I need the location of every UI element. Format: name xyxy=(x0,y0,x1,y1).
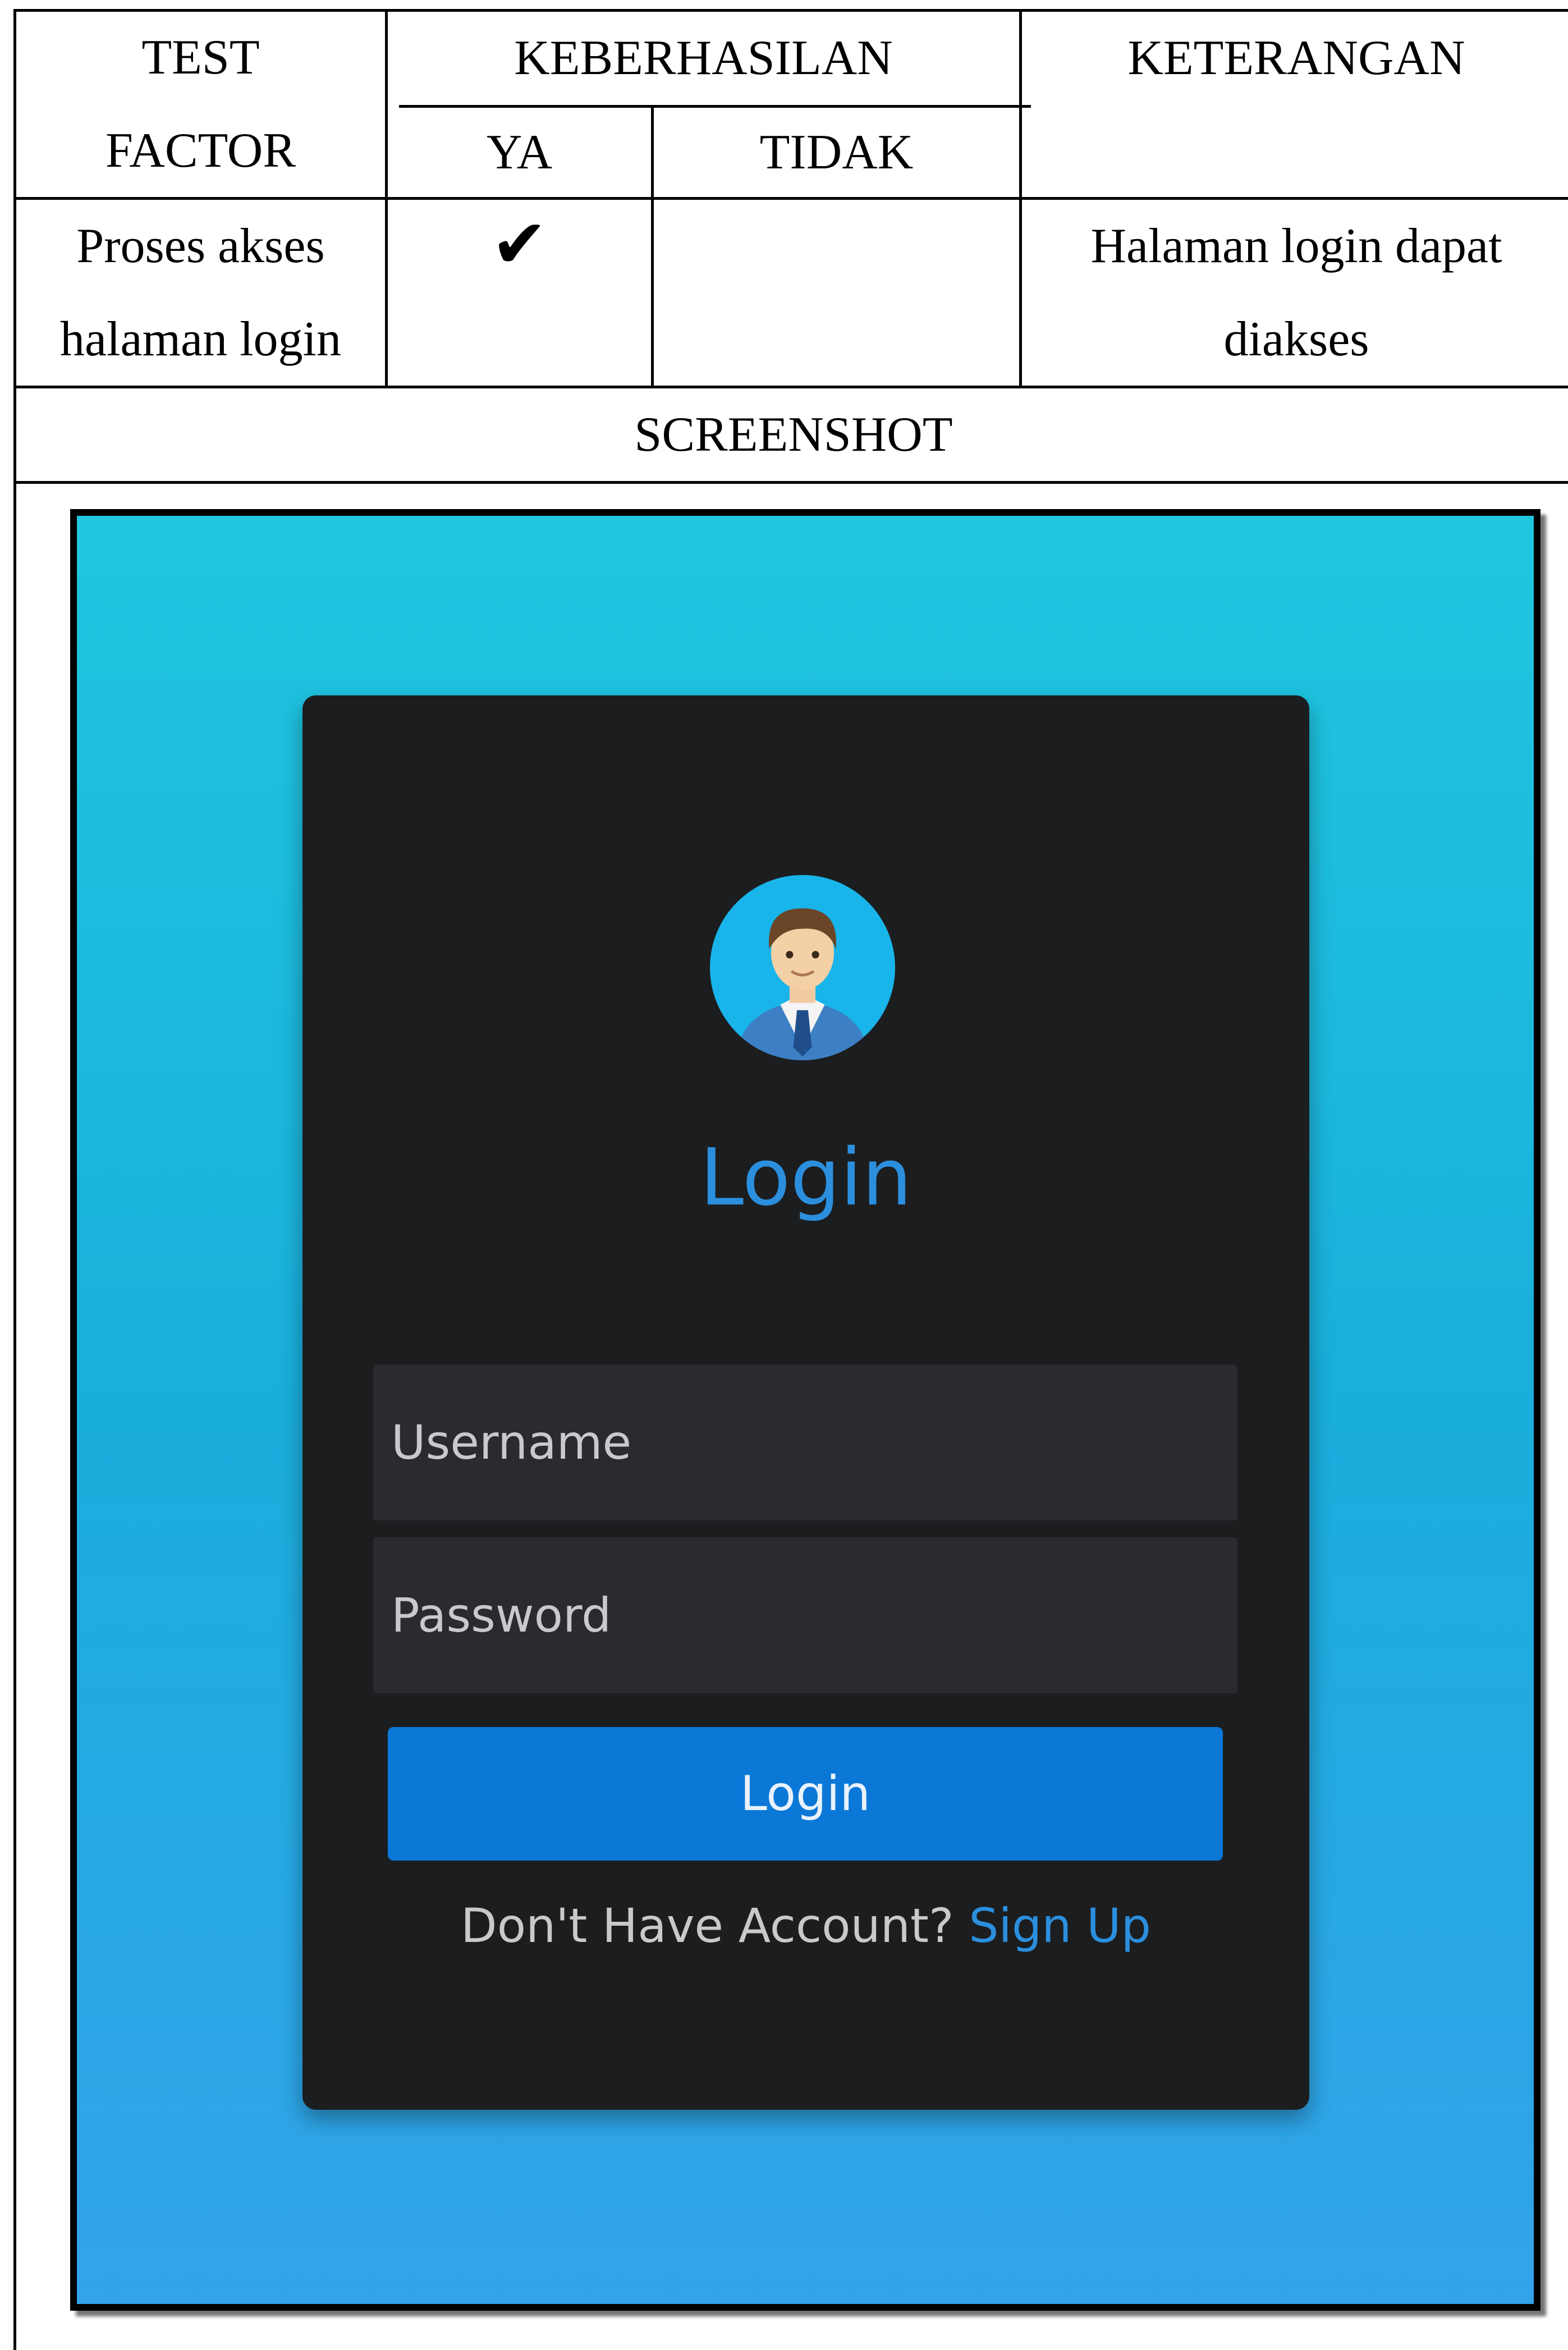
row-test-factor-line1: Proses akses xyxy=(76,218,325,273)
row-ya-check: ✔ xyxy=(388,200,651,290)
row-test-factor: Proses akses halaman login xyxy=(16,200,385,386)
header-keterangan: KETERANGAN xyxy=(1127,31,1465,85)
row-keterangan: Halaman login dapat diakses xyxy=(1022,200,1568,386)
header-keberhasilan: KEBERHASILAN xyxy=(514,31,893,85)
test-case-table: TEST FACTOR KEBERHASILAN YA TIDAK KETERA… xyxy=(13,9,1568,2350)
checkmark-icon: ✔ xyxy=(491,205,548,283)
row-tidak xyxy=(654,200,1019,386)
sign-up-link[interactable]: Sign Up xyxy=(969,1898,1151,1953)
row-keterangan-line2: diakses xyxy=(1223,311,1369,367)
login-title: Login xyxy=(700,1132,912,1224)
login-button[interactable]: Login xyxy=(388,1727,1223,1861)
user-avatar-icon xyxy=(710,875,895,1060)
header-tidak: TIDAK xyxy=(759,125,914,180)
header-ya: YA xyxy=(486,125,553,180)
signup-prompt: Don't Have Account? xyxy=(461,1898,954,1953)
screenshot-label: SCREENSHOT xyxy=(634,407,953,462)
table-line xyxy=(16,481,1568,484)
header-test-factor-line2: FACTOR xyxy=(105,123,296,178)
header-test-factor: TEST FACTOR xyxy=(16,12,385,197)
login-screenshot: Login Username Password Login Don't Have… xyxy=(70,509,1541,2311)
signup-prompt-line: Don't Have Account? Sign Up xyxy=(302,1902,1309,1949)
login-card: Login Username Password Login Don't Have… xyxy=(302,695,1309,2110)
header-test-factor-line1: TEST xyxy=(141,30,260,85)
username-input[interactable]: Username xyxy=(373,1364,1237,1520)
row-keterangan-line1: Halaman login dapat xyxy=(1090,218,1502,273)
row-test-factor-line2: halaman login xyxy=(60,311,341,367)
password-input[interactable]: Password xyxy=(373,1537,1237,1693)
